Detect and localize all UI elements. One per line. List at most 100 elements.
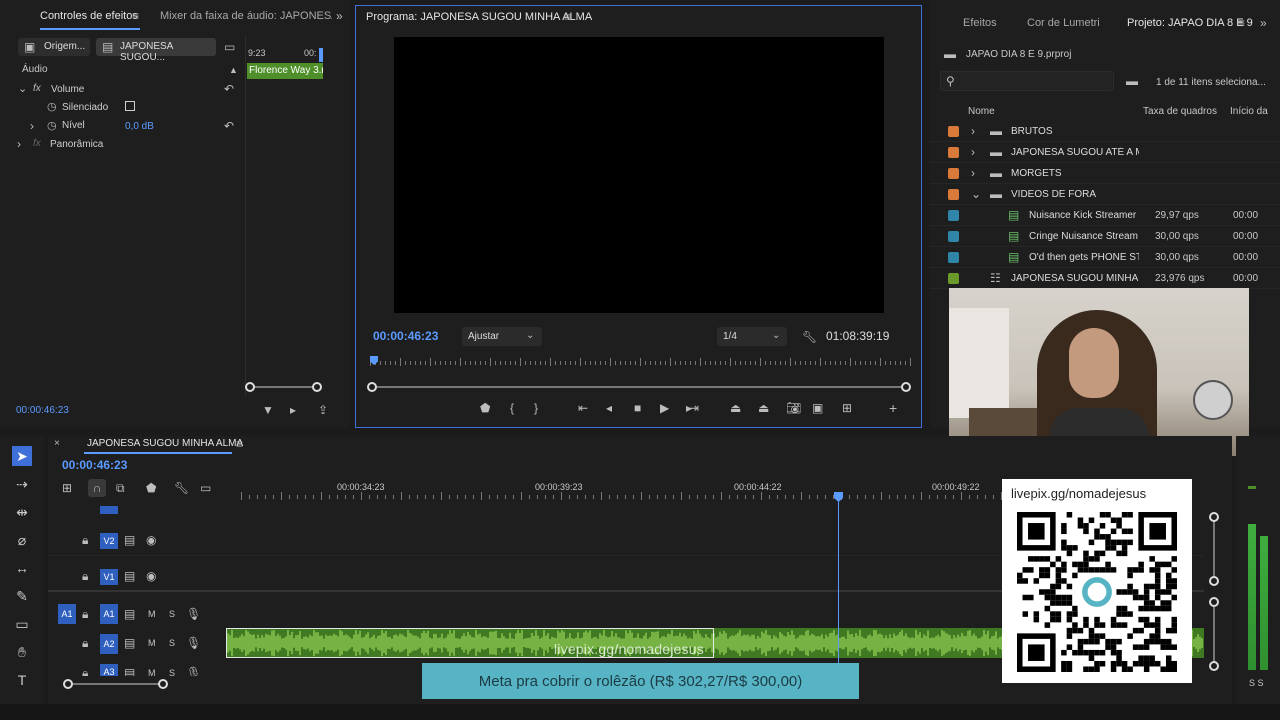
project-item[interactable]: ☷ JAPONESA SUGOU MINHA 23,976 qps 00:00 (930, 268, 1280, 289)
hand-tool-icon[interactable]: ✋︎ (12, 642, 32, 662)
project-item[interactable]: ⌄ ▬ VIDEOS DE FORA (930, 184, 1280, 205)
stopwatch-icon[interactable]: ◷ (47, 120, 57, 132)
tab-effect-controls[interactable]: Controles de efeitos (40, 10, 138, 22)
column-name[interactable]: Nome (968, 106, 995, 117)
add-marker-icon[interactable]: ⬟ (146, 482, 156, 494)
vertical-scroll-handle[interactable] (1209, 597, 1219, 607)
toggle-timeline-icon[interactable]: ▭ (224, 41, 235, 53)
column-frame-rate[interactable]: Taxa de quadros (1143, 106, 1217, 117)
lock-icon[interactable]: 🔒︎ (82, 570, 88, 582)
microphone-icon[interactable]: 🎙︎ (186, 637, 201, 649)
chevron-overflow-icon[interactable]: » (336, 10, 343, 22)
toggle-sync-icon[interactable]: ▤ (124, 608, 135, 620)
eye-icon[interactable]: ◉ (146, 534, 156, 546)
lock-icon[interactable]: 🔒︎ (82, 667, 88, 676)
chevron-down-icon[interactable]: ⌄ (971, 188, 981, 200)
monitor-zoom-bar[interactable] (374, 386, 906, 388)
panel-menu-icon[interactable]: ≡ (1238, 17, 1245, 29)
label-color-swatch[interactable] (948, 126, 959, 137)
tab-effects[interactable]: Efeitos (963, 17, 997, 29)
expand-panoramic-icon[interactable]: › (17, 138, 21, 150)
stop-icon[interactable]: ■ (634, 402, 641, 414)
toggle-sync-icon[interactable]: ▤ (124, 570, 135, 582)
reset-volume-icon[interactable]: ↶ (224, 83, 234, 95)
solo-button[interactable]: S (169, 668, 175, 676)
program-video-frame[interactable] (394, 37, 884, 313)
track-select-tool-icon[interactable]: ⇢ (12, 474, 32, 494)
mini-clip-bar[interactable]: Florence Way 3.m (247, 63, 323, 79)
project-item[interactable]: › ▬ MORGETS (930, 163, 1280, 184)
source-patch-a1[interactable]: A1 (58, 604, 76, 624)
mark-out-icon[interactable]: } (534, 402, 538, 414)
chevron-right-icon[interactable]: › (971, 146, 975, 158)
lock-icon[interactable]: 🔒︎ (82, 637, 88, 649)
close-icon[interactable]: × (54, 438, 60, 450)
ripple-edit-tool-icon[interactable]: ⇹ (12, 502, 32, 522)
new-bin-icon[interactable]: ▬ (1126, 75, 1138, 87)
project-item[interactable]: ▤ O'd then gets PHONE ST 30,00 qps 00:00 (930, 247, 1280, 268)
selection-tool-icon[interactable]: ➤ (12, 446, 32, 466)
column-start[interactable]: Início da (1230, 106, 1268, 117)
fit-dropdown[interactable]: Ajustar ⌄ (462, 327, 542, 346)
expand-level-icon[interactable]: › (30, 120, 34, 132)
scroll-handle-right[interactable] (312, 382, 322, 392)
program-title[interactable]: Programa: JAPONESA SUGOU MINHA ALMA (366, 11, 592, 23)
microphone-icon[interactable]: 🎙︎ (186, 608, 201, 620)
search-field[interactable]: ⚲ (940, 71, 1114, 91)
linked-selection-icon[interactable]: ⧉ (116, 482, 125, 494)
type-tool-icon[interactable]: T (12, 670, 32, 690)
playhead-timecode[interactable]: 00:00:46:23 (373, 329, 438, 343)
panel-menu-icon[interactable]: ≡ (236, 438, 243, 450)
export-icon[interactable]: ⇪ (318, 404, 328, 416)
monitor-time-ruler[interactable] (370, 356, 911, 368)
comparison-view-icon[interactable]: ▣ (812, 402, 823, 414)
label-color-swatch[interactable] (948, 147, 959, 158)
vertical-scrollbar-video[interactable] (1213, 516, 1215, 582)
project-item[interactable]: ▤ Cringe Nuisance Stream 30,00 qps 00:00 (930, 226, 1280, 247)
lock-icon[interactable]: 🔒︎ (82, 534, 88, 546)
vertical-scrollbar-audio[interactable] (1213, 602, 1215, 666)
slip-tool-icon[interactable]: ↔ (12, 558, 32, 578)
timeline-settings-icon[interactable]: 🔧︎ (174, 482, 189, 494)
track-height-scrollbar[interactable] (68, 683, 164, 685)
reset-level-icon[interactable]: ↶ (224, 120, 234, 132)
timeline-ruler[interactable]: 00:00:34:23 00:00:39:23 00:00:44:22 00:0… (225, 480, 1018, 502)
label-color-swatch[interactable] (948, 189, 959, 200)
resolution-dropdown[interactable]: 1/4 ⌄ (717, 327, 787, 346)
export-frame-icon[interactable]: 📷︎ (786, 402, 801, 414)
track-label-a3[interactable]: A3 (100, 664, 118, 676)
label-color-swatch[interactable] (948, 252, 959, 263)
captions-icon[interactable]: ▭ (200, 482, 211, 494)
effects-timecode[interactable]: 00:00:46:23 (16, 405, 69, 416)
go-to-in-icon[interactable]: ⇤ (578, 402, 588, 414)
nest-icon[interactable]: ⊞ (62, 482, 72, 494)
vertical-scroll-handle[interactable] (1209, 661, 1219, 671)
mark-in-icon[interactable]: { (510, 402, 514, 414)
extract-icon[interactable]: ⏏ (758, 402, 769, 414)
go-to-out-icon[interactable]: ⇥ (689, 402, 699, 414)
track-label-v2[interactable]: V2 (100, 533, 118, 549)
mini-playhead[interactable] (319, 48, 323, 62)
solo-button[interactable]: S (169, 638, 175, 648)
add-marker-icon[interactable]: ⬟ (480, 402, 490, 414)
label-color-swatch[interactable] (948, 210, 959, 221)
eye-icon[interactable]: ◉ (146, 570, 156, 582)
snap-icon[interactable]: ∩ (88, 479, 106, 497)
tab-project[interactable]: Projeto: JAPAO DIA 8 E 9 (1127, 17, 1253, 29)
wrench-icon[interactable]: 🔧︎ (802, 331, 817, 343)
project-item[interactable]: › ▬ JAPONESA SUGOU ATÉ A MI (930, 142, 1280, 163)
lift-icon[interactable]: ⏏ (730, 402, 741, 414)
toggle-sync-icon[interactable]: ▤ (124, 534, 135, 546)
fx-icon[interactable]: fx (33, 83, 41, 95)
panel-menu-icon[interactable]: ≡ (132, 10, 139, 22)
silenced-checkbox[interactable] (125, 101, 135, 111)
timeline-timecode[interactable]: 00:00:46:23 (62, 458, 127, 472)
tab-lumetri-color[interactable]: Cor de Lumetri (1027, 17, 1100, 29)
vertical-scroll-handle[interactable] (1209, 512, 1219, 522)
track-label-v1[interactable]: V1 (100, 569, 118, 585)
stopwatch-icon[interactable]: ◷ (47, 101, 57, 113)
sequence-tab[interactable]: JAPONESA SUGOU MINHA ALMA (87, 438, 243, 449)
zoom-handle-right[interactable] (901, 382, 911, 392)
proxy-toggle-icon[interactable]: ⊞ (842, 402, 852, 414)
panel-menu-icon[interactable]: ≡ (564, 11, 571, 23)
